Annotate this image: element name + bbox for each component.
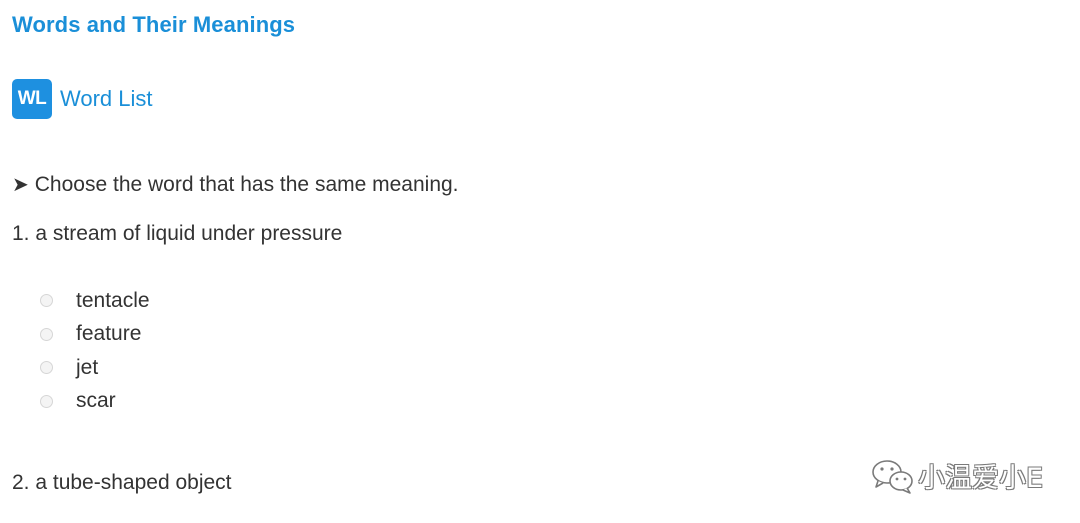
option-tentacle[interactable]: tentacle [38, 284, 150, 318]
radio-button[interactable] [40, 294, 53, 308]
wechat-icon [872, 459, 913, 494]
option-feature[interactable]: feature [38, 318, 150, 352]
word-list-icon: WL [12, 79, 52, 119]
question-1-prompt: 1. a stream of liquid under pressure [12, 222, 343, 245]
question-2-prompt: 2. a tube-shaped object [12, 471, 232, 494]
instruction-text: Choose the word that has the same meanin… [34, 172, 459, 196]
option-label: jet [76, 355, 99, 379]
option-scar[interactable]: scar [38, 385, 150, 419]
option-label: tentacle [76, 288, 150, 312]
option-label: scar [76, 389, 116, 413]
question-1-options: tentacle feature jet scar [38, 284, 150, 418]
option-jet[interactable]: jet [38, 351, 150, 385]
option-label: feature [76, 322, 142, 346]
page-title: Words and Their Meanings [12, 12, 296, 37]
arrow-icon: ➤ [12, 174, 29, 196]
watermark: 小温爱小E [870, 456, 1043, 495]
watermark-text: 小温爱小E [918, 463, 1044, 494]
radio-button[interactable] [40, 361, 53, 375]
radio-button[interactable] [40, 327, 53, 341]
word-list-link[interactable]: WL Word List [12, 79, 153, 119]
radio-button[interactable] [40, 394, 53, 408]
instruction: ➤ Choose the word that has the same mean… [12, 172, 459, 197]
word-list-label: Word List [60, 86, 153, 111]
